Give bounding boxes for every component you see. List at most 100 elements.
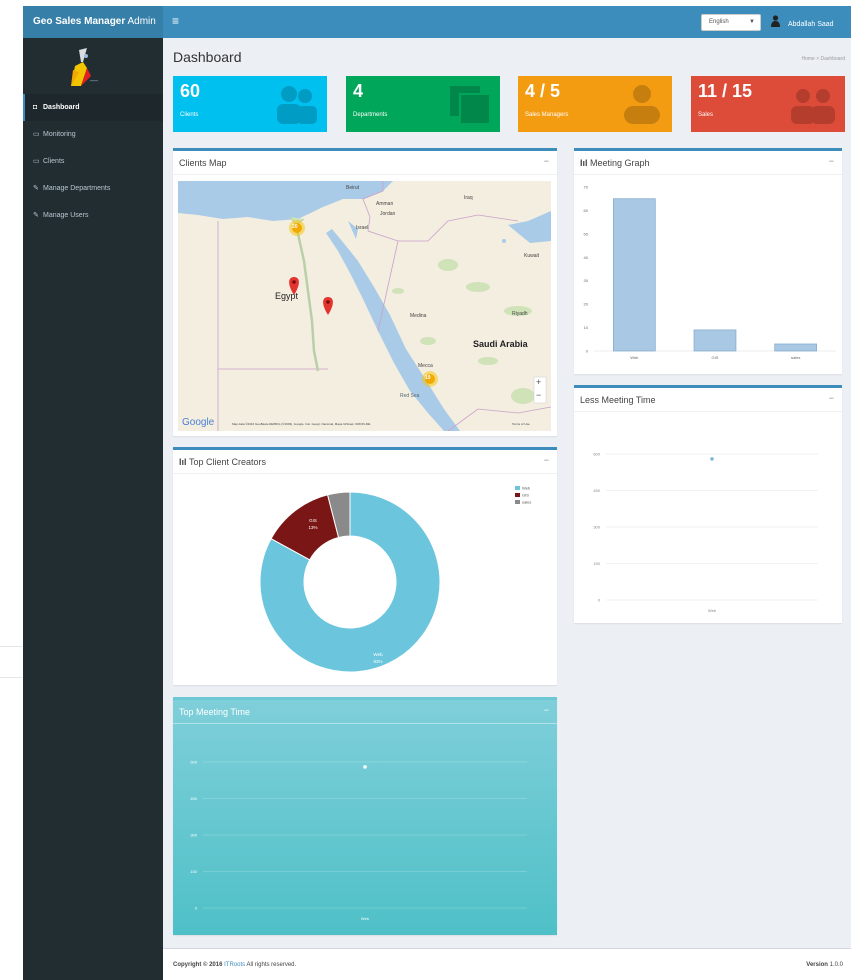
collapse-button[interactable]: − — [544, 156, 549, 166]
data-point — [363, 765, 367, 769]
slice-label-name: GIS — [309, 518, 317, 523]
y-tick-label: 450 — [593, 488, 600, 493]
sidebar-item-label: Monitoring — [43, 131, 76, 138]
user-icon — [620, 84, 664, 129]
bar — [774, 343, 817, 352]
breadcrumb-separator: > — [816, 56, 820, 62]
collapse-button[interactable]: − — [829, 156, 834, 166]
sidebar-item-label: Clients — [43, 158, 65, 165]
version-label: Version — [806, 962, 828, 968]
tile-value: 4 — [353, 81, 364, 101]
top-meeting-time-box: Top Meeting Time − 0 150 300 450 600 Web — [173, 697, 557, 935]
sidebar: ◘ Dashboard ▭ Monitoring ▭ Clients ✎ Manage Dep… — [23, 38, 163, 980]
legend-label: sales — [522, 500, 531, 505]
tile-label: Departments — [353, 112, 388, 118]
y-tick-label: 600 — [190, 760, 197, 765]
stat-tile-sales-managers[interactable]: 4 / 5 Sales Managers — [518, 76, 672, 132]
box-title-text: Top Client Creators — [189, 457, 267, 467]
edit-icon: ✎ — [33, 185, 39, 192]
box-title: Top Meeting Time — [179, 707, 251, 717]
meeting-graph-chart: 0 10 20 30 40 50 60 70 Web GIS sales — [584, 185, 836, 360]
box-header: lıl Top Client Creators − — [173, 450, 557, 474]
x-tick-label: sales — [791, 355, 800, 360]
zoom-in-button[interactable]: + — [536, 377, 541, 387]
map-label-jordan: Jordan — [380, 211, 396, 217]
x-tick-label: Web — [630, 355, 639, 360]
sidebar-item-label: Manage Users — [43, 212, 89, 219]
sidebar-item-manage-users[interactable]: ✎ Manage Users — [23, 202, 163, 229]
sidebar-item-label: Dashboard — [43, 104, 80, 111]
stat-tile-departments[interactable]: 4 Departments — [346, 76, 500, 132]
legend-swatch — [515, 500, 520, 504]
x-tick-label: GIS — [712, 355, 719, 360]
x-tick-label: Web — [361, 916, 370, 921]
page-edge-line — [0, 677, 22, 678]
sidebar-item-monitoring[interactable]: ▭ Monitoring — [23, 121, 163, 148]
map-label-mecca: Mecca — [418, 363, 433, 369]
legend-label: GIS — [522, 493, 529, 498]
box-title: Less Meeting Time — [580, 395, 656, 405]
y-tick-label: 0 — [195, 906, 198, 911]
map-cluster-marker[interactable]: 19 — [425, 375, 431, 381]
bar — [693, 329, 737, 352]
map-label-amman: Amman — [376, 201, 394, 207]
company-link[interactable]: ITRoots — [224, 962, 245, 968]
breadcrumb: Home > Dashboard — [801, 56, 845, 62]
y-tick-label: 50 — [584, 231, 589, 236]
top-client-creators-chart: Web 83% GIS 13% Web GIS sales — [259, 486, 531, 673]
collapse-button[interactable]: − — [544, 455, 549, 465]
meeting-graph-box: lıl Meeting Graph − 0 10 20 30 40 50 60 70 Web GI… — [574, 148, 842, 374]
collapse-button[interactable]: − — [544, 705, 549, 715]
tile-value: 60 — [180, 81, 201, 101]
sidebar-item-clients[interactable]: ▭ Clients — [23, 148, 163, 175]
breadcrumb-current: Dashboard — [820, 56, 845, 62]
stat-tile-sales[interactable]: 11 / 15 Sales — [691, 76, 845, 132]
map-label-riyadh: Riyadh — [512, 311, 528, 317]
app-logo[interactable]: Geo Sales Manager Admin — [23, 6, 163, 38]
main-content: Dashboard Home > Dashboard 60 Clients 4 … — [163, 38, 851, 948]
users-icon — [271, 84, 319, 129]
user-menu[interactable]: Abdallah Saad — [771, 15, 834, 33]
slice-label-name: Web — [373, 652, 383, 657]
sidebar-item-dashboard[interactable]: ◘ Dashboard — [23, 94, 163, 121]
sidebar-toggle-icon[interactable]: ≡ — [172, 14, 179, 28]
y-tick-label: 20 — [584, 302, 589, 307]
y-tick-label: 60 — [584, 208, 589, 213]
map-label-kuwait: Kuwait — [524, 253, 540, 259]
bar-chart-icon: lıl — [179, 457, 190, 467]
edit-icon: ✎ — [33, 212, 39, 219]
x-tick-label: Web — [708, 608, 717, 613]
legend-swatch — [515, 493, 520, 497]
map-label-israel: Israel — [356, 225, 369, 231]
less-meeting-time-chart: 0 150 300 450 600 Web — [593, 452, 818, 613]
page-edge-line — [0, 646, 22, 647]
copy-icon — [448, 84, 492, 129]
google-logo: Google — [182, 417, 215, 428]
y-tick-label: 0 — [586, 349, 589, 354]
page-title: Dashboard — [173, 49, 242, 65]
box-title: lıl Top Client Creators — [179, 457, 266, 467]
laptop-icon: ▭ — [33, 158, 40, 165]
sidebar-item-manage-departments[interactable]: ✎ Manage Departments — [23, 175, 163, 202]
map-label-iraq: Iraq — [464, 195, 473, 201]
y-tick-label: 0 — [598, 598, 601, 603]
bar-chart-icon: lıl — [580, 158, 591, 168]
y-tick-label: 300 — [593, 525, 600, 530]
language-value: English — [709, 19, 729, 25]
box-header: Less Meeting Time − — [574, 388, 842, 412]
logo-bold-text: Geo Sales Manager — [33, 16, 126, 27]
map-terms-link[interactable]: Terms of Use — [512, 422, 530, 426]
slice-label-percent: 13% — [308, 525, 317, 530]
y-tick-label: 150 — [593, 561, 600, 566]
laptop-icon: ▭ — [33, 131, 40, 138]
map-label-beirut: Beirut — [346, 185, 360, 191]
map-canvas[interactable]: Egypt Saudi Arabia Medina Mecca Riyadh I… — [178, 181, 551, 431]
language-select[interactable]: English ▼ — [701, 14, 761, 31]
chevron-down-icon: ▼ — [749, 19, 755, 25]
zoom-out-button[interactable]: − — [536, 390, 541, 400]
map-cluster-marker[interactable]: 20 — [292, 224, 298, 230]
map-label-egypt: Egypt — [275, 291, 299, 301]
collapse-button[interactable]: − — [829, 393, 834, 403]
stat-tile-clients[interactable]: 60 Clients — [173, 76, 327, 132]
breadcrumb-home[interactable]: Home — [801, 56, 814, 62]
